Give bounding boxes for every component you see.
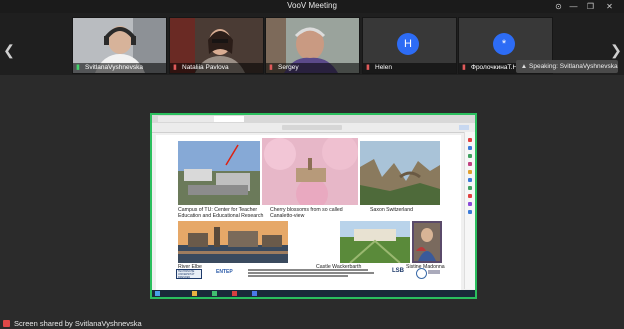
tu-logo-text: TECHNISCHE UNIVERSITÄT DRESDEN — [178, 270, 195, 279]
footer-text-block — [248, 268, 378, 278]
tool-icon[interactable] — [468, 146, 472, 150]
speaker-icon: ▲ — [520, 63, 528, 70]
participant-name: Helen — [375, 64, 392, 71]
mic-muted-icon: ▮ — [173, 64, 177, 71]
name-bar: ▮ Sergey — [266, 63, 359, 73]
os-taskbar — [152, 290, 475, 297]
tool-icon[interactable] — [468, 178, 472, 182]
browser-tab[interactable] — [186, 116, 214, 122]
caption-cherry-2: Canaletto-view — [270, 213, 305, 219]
name-bar: ▮ SvitlanaVyshnevska — [73, 63, 166, 73]
name-bar: ▮ Nataliia Pavlova — [170, 63, 263, 73]
avatar: * — [493, 33, 515, 55]
entep-logo: ENTEP — [216, 269, 233, 275]
browser-tab-strip — [152, 115, 475, 123]
lsb-logo: LSB — [392, 268, 404, 274]
river-elbe-photo — [178, 221, 288, 263]
tool-icon[interactable] — [468, 210, 472, 214]
pdf-page: Campus of TU: Center for Teacher Educati… — [156, 135, 461, 290]
sistine-madonna-photo — [412, 221, 442, 263]
caption-saxon: Saxon Switzerland — [370, 207, 413, 213]
participant-tile[interactable]: ▮ SvitlanaVyshnevska — [72, 17, 167, 74]
share-status-label: Screen shared by SvitlanaVyshnevska — [14, 319, 142, 328]
tool-icon[interactable] — [468, 170, 472, 174]
shared-screen[interactable]: Campus of TU: Center for Teacher Educati… — [150, 113, 477, 299]
avatar: H — [397, 33, 419, 55]
close-button[interactable]: ✕ — [602, 0, 617, 13]
pdf-controls[interactable] — [282, 125, 342, 130]
screen-share-icon — [3, 320, 10, 327]
name-bar: ▮ Helen — [363, 63, 456, 73]
maximize-button[interactable]: ❐ — [583, 0, 598, 13]
prev-page-icon[interactable]: ❮ — [3, 40, 15, 60]
next-page-icon[interactable]: ❯ — [610, 40, 622, 60]
browser-tab[interactable] — [214, 116, 244, 122]
browser-tab[interactable] — [158, 116, 186, 122]
title-bar: VooV Meeting ⊙ — ❐ ✕ — [0, 0, 624, 13]
tool-icon[interactable] — [468, 162, 472, 166]
campus-photo — [178, 141, 260, 205]
tool-icon[interactable] — [468, 138, 472, 142]
saxon-switzerland-photo — [360, 141, 440, 205]
taskbar-app-icon[interactable] — [232, 291, 237, 296]
window-title: VooV Meeting — [287, 1, 337, 10]
participant-name: Sergey — [278, 64, 299, 71]
tu-dresden-logo: TECHNISCHE UNIVERSITÄT DRESDEN — [176, 269, 202, 279]
participant-tile[interactable]: ▮ Nataliia Pavlova — [169, 17, 264, 74]
taskbar-app-icon[interactable] — [252, 291, 257, 296]
small-logo-icon — [428, 270, 440, 274]
participant-name: Nataliia Pavlova — [182, 64, 229, 71]
pin-icon[interactable]: ⊙ — [551, 0, 566, 13]
cherry-blossom-photo — [262, 138, 358, 205]
share-status-bar: Screen shared by SvitlanaVyshnevska — [0, 318, 624, 329]
tool-icon[interactable] — [468, 202, 472, 206]
mic-muted-icon: ▮ — [366, 64, 370, 71]
share-icon[interactable] — [459, 125, 469, 130]
speaking-indicator: ▲ Speaking: SvitlanaVyshnevska — [516, 60, 618, 73]
round-logo-icon — [416, 268, 427, 279]
pdf-toolbar — [152, 123, 475, 133]
participant-name: SvitlanaVyshnevska — [85, 64, 143, 71]
participant-name: ФролочкинаТ.Н. — [471, 64, 519, 71]
tool-icon[interactable] — [468, 154, 472, 158]
slide-footer: TECHNISCHE UNIVERSITÄT DRESDEN ENTEP LSB — [174, 267, 442, 281]
pdf-side-tools — [464, 132, 475, 289]
castle-wackerbarth-photo — [340, 221, 410, 263]
minimize-button[interactable]: — — [566, 0, 581, 13]
mic-muted-icon: ▮ — [269, 64, 273, 71]
participant-tile[interactable]: H ▮ Helen — [362, 17, 457, 74]
mic-muted-icon: ▮ — [462, 64, 466, 71]
mic-on-icon: ▮ — [76, 64, 80, 71]
taskbar-app-icon[interactable] — [212, 291, 217, 296]
participant-tile[interactable]: ▮ Sergey — [265, 17, 360, 74]
tool-icon[interactable] — [468, 186, 472, 190]
start-icon[interactable] — [155, 291, 160, 296]
caption-campus-2: Education and Educational Research — [178, 213, 264, 219]
taskbar-app-icon[interactable] — [192, 291, 197, 296]
participant-strip: ❮ ▮ SvitlanaVyshnevska ▮ Nataliia Pavlov… — [0, 13, 624, 75]
tool-icon[interactable] — [468, 194, 472, 198]
speaking-label: Speaking: SvitlanaVyshnevska — [529, 63, 618, 70]
